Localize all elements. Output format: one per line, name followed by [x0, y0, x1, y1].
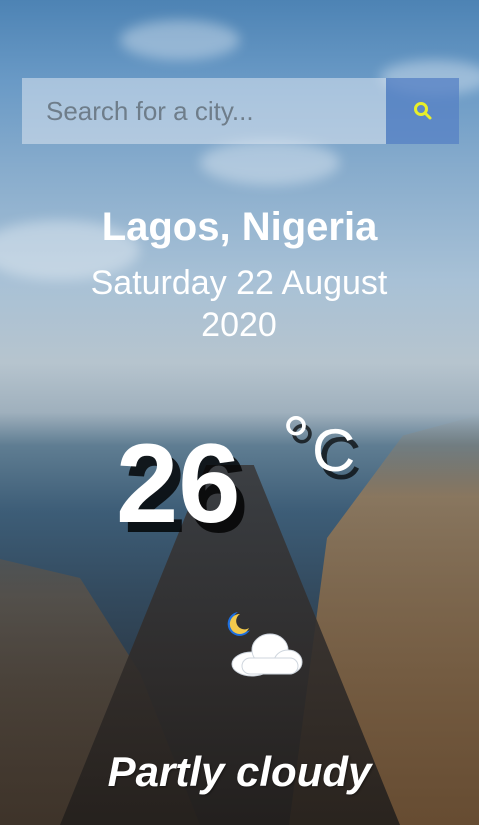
current-date: Saturday 22 August 2020 — [90, 264, 388, 344]
search-button[interactable] — [386, 78, 459, 144]
degree-symbol: ° — [282, 402, 310, 480]
weather-description: Partly cloudy — [107, 748, 372, 795]
partly-cloudy-night-icon — [227, 612, 303, 677]
location-name: Lagos, Nigeria — [101, 205, 378, 249]
search-bar — [22, 78, 459, 144]
temperature-unit: °C — [282, 406, 356, 484]
unit-label: C — [312, 417, 356, 484]
background-cloud — [200, 140, 340, 185]
search-input[interactable] — [22, 78, 386, 144]
background-cloud — [120, 20, 240, 60]
search-icon — [413, 102, 431, 120]
temperature-value: 26 — [116, 421, 241, 546]
